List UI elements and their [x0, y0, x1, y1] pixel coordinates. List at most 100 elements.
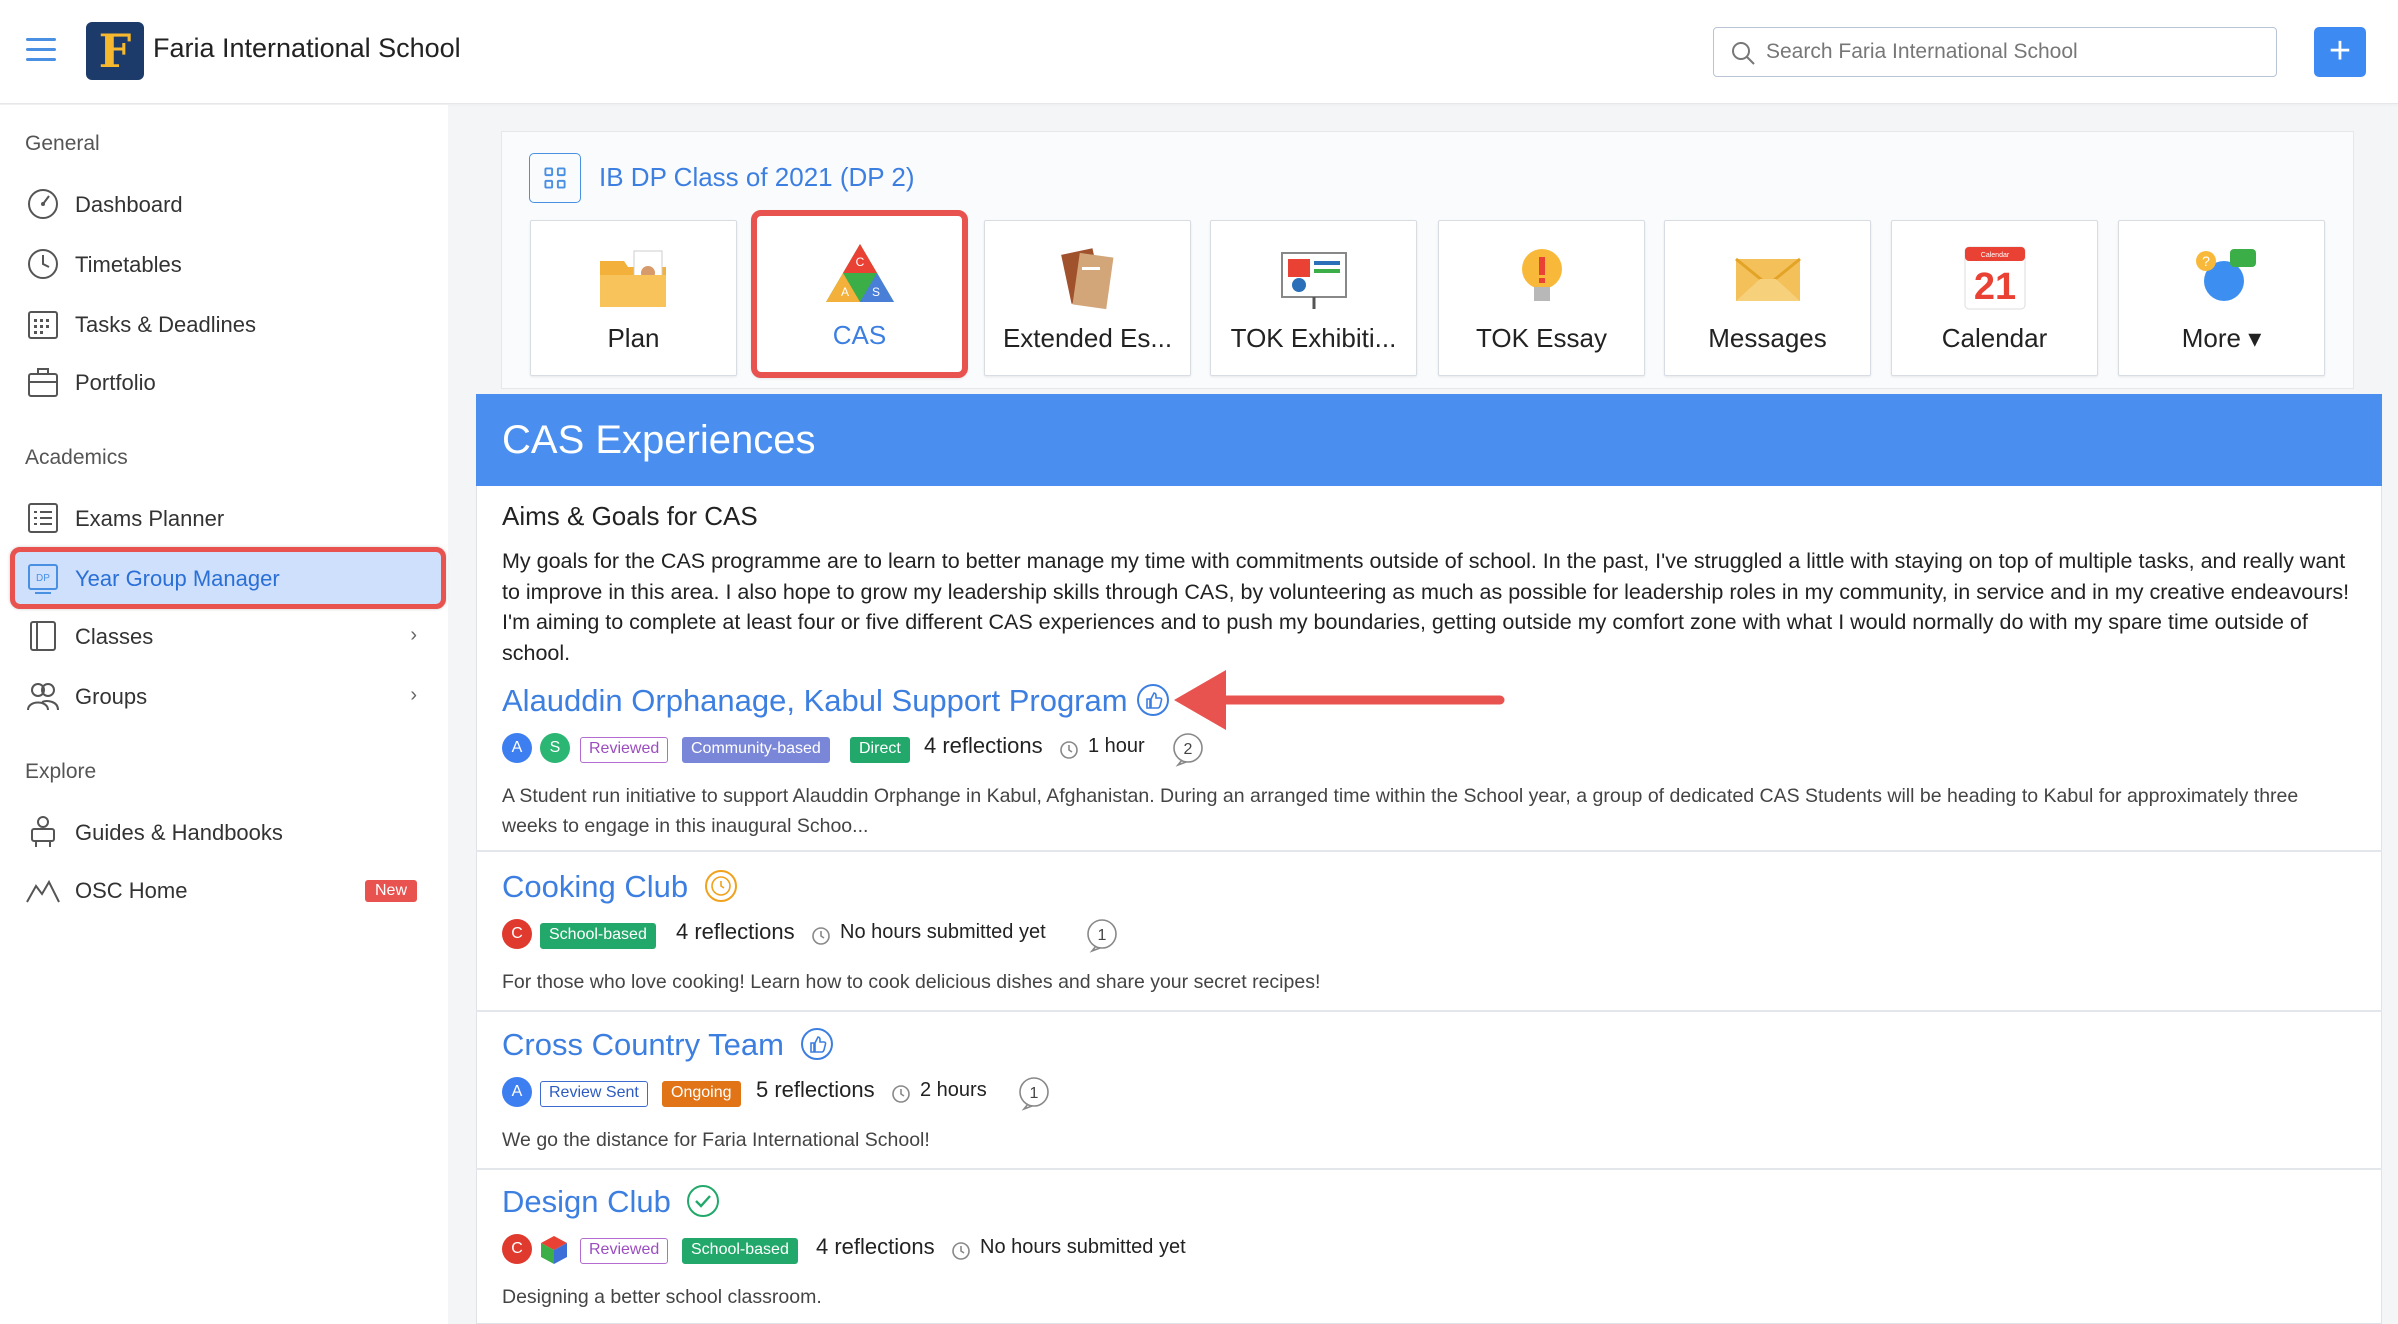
aims-text: My goals for the CAS programme are to le…	[502, 549, 2350, 665]
comment-bubble-icon[interactable]: 1	[1016, 1075, 1052, 1111]
add-button[interactable]: +	[2314, 27, 2366, 77]
divider	[476, 850, 2382, 852]
status-tag: Ongoing	[662, 1081, 741, 1107]
aims-title: Aims & Goals for CAS	[502, 501, 758, 531]
clock-icon	[892, 1085, 910, 1103]
sidebar-item-classes[interactable]: Classes ›	[25, 614, 425, 658]
list-icon	[28, 503, 58, 533]
tile-label: Messages	[1708, 323, 1827, 353]
tile-label: TOK Exhibiti...	[1230, 323, 1397, 353]
tile-label: Calendar	[1941, 323, 2048, 353]
annotation-arrow	[1174, 670, 1505, 730]
divider	[476, 1010, 2382, 1012]
avatar: C	[502, 1234, 532, 1264]
tile-label: Extended Es...	[1002, 323, 1173, 353]
tile-more[interactable]: ? More ▾	[2118, 220, 2325, 376]
tile-plan[interactable]: Plan	[530, 220, 737, 376]
status-tag: Reviewed	[580, 1238, 669, 1264]
avatar: A	[502, 1077, 532, 1107]
sidebar-item-groups[interactable]: Groups ›	[25, 674, 425, 718]
briefcase-icon	[28, 368, 58, 397]
sidebar-item-label: Tasks & Deadlines	[75, 312, 256, 337]
hamburger-menu-icon[interactable]	[26, 38, 56, 62]
tile-tok-essay[interactable]: TOK Essay	[1438, 220, 1645, 376]
avatar: C	[502, 919, 532, 949]
hours-text: 2 hours	[920, 1079, 987, 1101]
tile-label: Plan	[607, 323, 660, 353]
pending-clock-icon	[705, 870, 737, 902]
experience-title[interactable]: Cooking Club	[502, 869, 688, 905]
comment-bubble-icon[interactable]: 2	[1170, 731, 1206, 767]
sidebar-item-portfolio[interactable]: Portfolio	[25, 360, 425, 404]
presentation-board-icon	[1280, 252, 1347, 309]
status-tag: Review Sent	[540, 1081, 648, 1107]
sidebar-item-exams-planner[interactable]: Exams Planner	[25, 496, 425, 540]
comment-bubble-icon[interactable]: 1	[1084, 917, 1120, 953]
cas-header-title: CAS Experiences	[502, 418, 816, 462]
plan-folder-icon	[599, 250, 666, 307]
reflections-count: 4 reflections	[676, 919, 795, 944]
search-box[interactable]	[1713, 27, 2277, 77]
sidebar-item-label: Year Group Manager	[75, 566, 280, 591]
clock-icon	[812, 927, 830, 945]
chevron-right-icon: ›	[410, 624, 417, 646]
experience-title[interactable]: Design Club	[502, 1184, 671, 1220]
calendar-grid-icon	[28, 311, 58, 339]
top-header: F Faria International School +	[0, 0, 2398, 104]
tile-label: CAS	[832, 320, 887, 350]
tile-tok-exhibition[interactable]: TOK Exhibiti...	[1210, 220, 1417, 376]
sidebar-item-label: Dashboard	[75, 192, 183, 217]
sidebar-item-timetables[interactable]: Timetables	[25, 242, 425, 286]
class-title[interactable]: IB DP Class of 2021 (DP 2)	[599, 162, 915, 193]
tile-cas[interactable]: C A S CAS	[751, 210, 968, 378]
thumbs-up-icon	[1137, 684, 1169, 716]
svg-text:A: A	[840, 285, 848, 299]
tile-calendar[interactable]: Calendar 21 Calendar	[1891, 220, 2098, 376]
lightbulb-icon	[1521, 249, 1562, 301]
sidebar-section-general: General	[25, 132, 100, 155]
sidebar-item-label: Exams Planner	[75, 506, 225, 531]
experience-description: A Student run initiative to support Alau…	[502, 785, 2299, 837]
experience-title[interactable]: Cross Country Team	[502, 1027, 784, 1063]
sidebar-item-tasks[interactable]: Tasks & Deadlines	[25, 302, 425, 346]
tile-label: TOK Essay	[1475, 323, 1607, 353]
sidebar-item-guides[interactable]: Guides & Handbooks	[25, 810, 425, 854]
svg-text:DP: DP	[36, 573, 50, 584]
new-badge: New	[365, 880, 418, 902]
hours-text: No hours submitted yet	[980, 1236, 1186, 1258]
calendar-icon: Calendar 21	[1964, 246, 2025, 310]
book-icon	[30, 621, 56, 651]
envelope-icon	[1734, 257, 1801, 301]
sidebar-section-academics: Academics	[25, 446, 128, 469]
sidebar-item-label: Groups	[75, 684, 148, 709]
school-name: Faria International School	[153, 33, 461, 63]
cas-triangle-icon: C A S	[825, 244, 894, 302]
search-icon	[1732, 42, 1755, 65]
svg-text:?: ?	[2202, 253, 2210, 269]
search-input[interactable]	[1766, 28, 2266, 75]
experience-title[interactable]: Alauddin Orphanage, Kabul Support Progra…	[502, 683, 1128, 719]
people-icon	[27, 683, 59, 711]
clock-icon	[1060, 741, 1078, 759]
svg-text:C: C	[855, 255, 864, 269]
svg-text:21: 21	[1973, 266, 2015, 308]
sidebar-item-label: Classes	[75, 624, 154, 649]
avatar: S	[540, 733, 570, 763]
tile-messages[interactable]: Messages	[1664, 220, 1871, 376]
divider	[476, 1168, 2382, 1170]
svg-text:2: 2	[1184, 741, 1193, 758]
sidebar-item-year-group-manager[interactable]: DP Year Group Manager	[25, 556, 425, 600]
clock-icon	[28, 249, 58, 279]
sidebar-item-label: Guides & Handbooks	[75, 820, 283, 845]
tile-label: More ▾	[2181, 323, 2262, 353]
sidebar-item-label: OSC Home	[75, 878, 188, 903]
dashboard-gauge-icon	[28, 189, 58, 219]
sidebar-section-explore: Explore	[25, 760, 97, 783]
category-tag: Community-based	[682, 737, 830, 763]
sidebar-item-label: Portfolio	[75, 370, 156, 395]
category-tag: School-based	[682, 1238, 798, 1264]
sidebar-item-dashboard[interactable]: Dashboard	[25, 182, 425, 226]
tile-extended-essay[interactable]: Extended Es...	[984, 220, 1191, 376]
guide-people-icon	[31, 816, 55, 847]
apps-grid-icon[interactable]	[529, 153, 581, 203]
